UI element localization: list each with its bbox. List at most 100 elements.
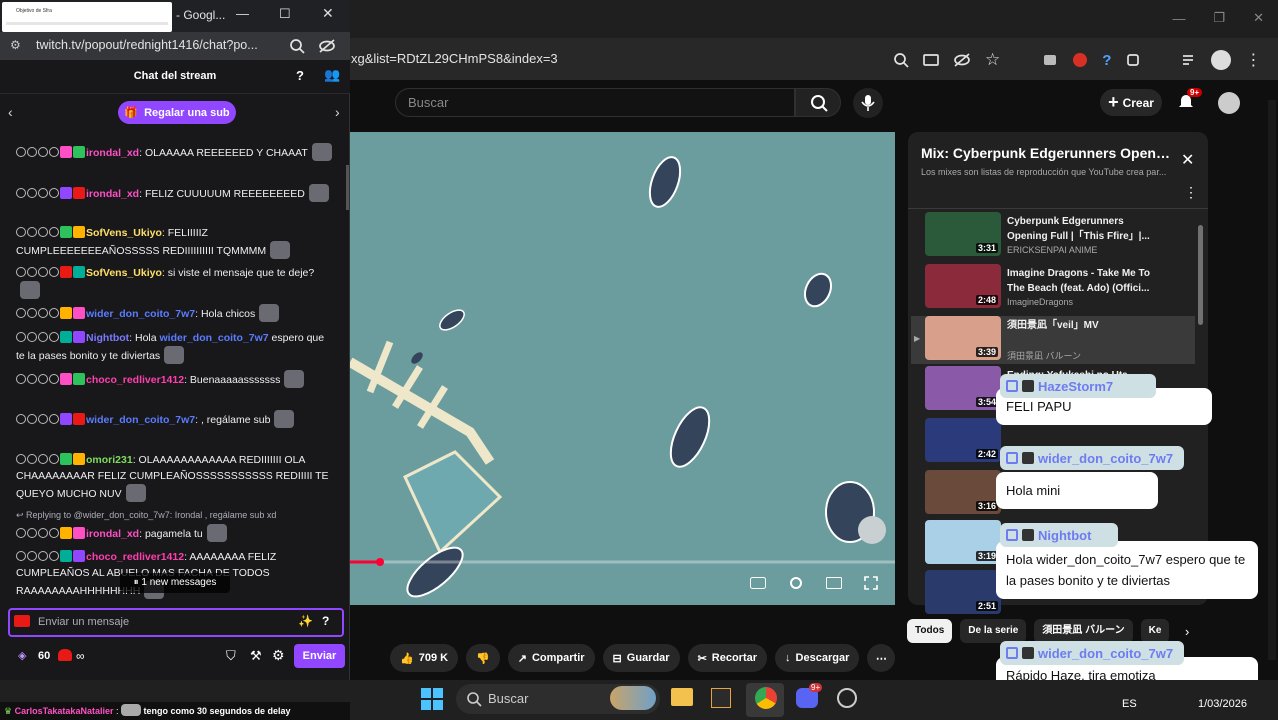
chat-username[interactable]: irondal_xd xyxy=(86,528,139,540)
clock-date[interactable]: 1/03/2026 xyxy=(1198,698,1247,710)
puzzle-icon[interactable] xyxy=(1125,52,1141,68)
video-player[interactable] xyxy=(350,132,895,605)
save-button[interactable]: ⊟ Guardar xyxy=(602,644,680,672)
timeout-icon[interactable] xyxy=(27,188,37,198)
chat-mention[interactable]: wider_don_coito_7w7 xyxy=(160,332,269,344)
warn-icon[interactable] xyxy=(38,414,48,424)
ban-icon[interactable] xyxy=(16,528,26,538)
chevron-left-icon[interactable]: ‹ xyxy=(8,104,13,120)
warn-icon[interactable] xyxy=(38,332,48,342)
chrome-menu-icon[interactable]: ⋮ xyxy=(1245,50,1261,70)
mod-shield-icon[interactable]: ⛉ xyxy=(226,648,236,664)
mod-tools-icon[interactable]: ⚒ xyxy=(250,648,262,664)
delete-icon[interactable] xyxy=(49,374,59,384)
chip-more[interactable]: Ke xyxy=(1140,619,1170,643)
warn-icon[interactable] xyxy=(38,528,48,538)
restore-icon[interactable]: ❐ xyxy=(1213,10,1225,26)
emote-picker-icon[interactable]: ✨ xyxy=(298,614,313,628)
delete-icon[interactable] xyxy=(49,414,59,424)
ban-icon[interactable] xyxy=(16,147,26,157)
translate-extension-icon[interactable]: ? xyxy=(1102,52,1111,69)
warn-icon[interactable] xyxy=(38,454,48,464)
cast-icon[interactable] xyxy=(923,52,939,68)
chat-username[interactable]: choco_redliver1412 xyxy=(86,551,184,563)
chip-series[interactable]: De la serie xyxy=(960,619,1027,643)
address-bar[interactable]: xg&list=RDtZL29CHmPS8&index=3 xyxy=(351,51,558,66)
ban-icon[interactable] xyxy=(16,308,26,318)
miniplayer-icon[interactable] xyxy=(826,577,842,589)
warn-icon[interactable] xyxy=(38,188,48,198)
chat-scrollbar[interactable] xyxy=(346,165,349,210)
chat-username[interactable]: wider_don_coito_7w7 xyxy=(86,414,195,426)
timeout-icon[interactable] xyxy=(27,374,37,384)
page-scrollbar[interactable] xyxy=(1268,100,1276,660)
chrome-icon[interactable] xyxy=(755,687,777,709)
playlist-item[interactable]: 2:48 Imagine Dragons - Take Me To The Bea… xyxy=(925,264,1195,312)
chat-username[interactable]: SofVens_Ukiyo xyxy=(86,227,162,239)
voice-search-button[interactable] xyxy=(853,88,883,118)
chat-input[interactable]: Enviar un mensaje xyxy=(8,608,344,637)
timeout-icon[interactable] xyxy=(27,332,37,342)
playlist-menu-icon[interactable]: ⋮ xyxy=(1184,184,1198,201)
extension-icon-2[interactable] xyxy=(1072,52,1088,68)
warn-icon[interactable] xyxy=(38,227,48,237)
ban-icon[interactable] xyxy=(16,188,26,198)
delete-icon[interactable] xyxy=(49,227,59,237)
ban-icon[interactable] xyxy=(16,227,26,237)
close-playlist-icon[interactable]: ✕ xyxy=(1181,150,1194,170)
file-explorer-icon[interactable] xyxy=(671,688,693,706)
warn-icon[interactable] xyxy=(38,267,48,277)
warn-icon[interactable] xyxy=(38,308,48,318)
settings-gear-icon[interactable] xyxy=(788,577,804,589)
chip-artist[interactable]: 須田景凪 バルーン xyxy=(1034,619,1133,643)
chips-next-icon[interactable]: › xyxy=(1185,624,1189,639)
translate-icon[interactable]: ? xyxy=(296,68,304,83)
eye-off-icon[interactable] xyxy=(318,38,336,54)
users-icon[interactable]: 👥 xyxy=(324,67,340,83)
extension-icon-1[interactable] xyxy=(1042,52,1058,68)
zoom-icon[interactable] xyxy=(289,38,305,54)
timeout-icon[interactable] xyxy=(27,414,37,424)
minimize-icon[interactable]: — xyxy=(1172,11,1185,26)
share-button[interactable]: ↗ Compartir xyxy=(507,644,595,672)
video-icon[interactable] xyxy=(14,615,30,627)
search-input[interactable]: Buscar xyxy=(395,88,795,117)
start-button[interactable] xyxy=(421,688,443,710)
subtitles-icon[interactable] xyxy=(750,577,766,589)
like-button[interactable]: 👍 709 K xyxy=(390,644,459,672)
maximize-icon[interactable]: ☐ xyxy=(279,6,291,22)
chat-username[interactable]: SofVens_Ukiyo xyxy=(86,267,162,279)
timeout-icon[interactable] xyxy=(27,454,37,464)
warn-icon[interactable] xyxy=(38,374,48,384)
more-actions-button[interactable]: ⋯ xyxy=(867,644,896,672)
delete-icon[interactable] xyxy=(49,528,59,538)
timeout-icon[interactable] xyxy=(27,147,37,157)
playlist-item[interactable]: 3:31 Cyberpunk Edgerunners Opening Full |… xyxy=(925,212,1195,260)
warn-icon[interactable] xyxy=(38,147,48,157)
obs-icon[interactable] xyxy=(837,688,857,708)
delete-icon[interactable] xyxy=(49,308,59,318)
chat-username[interactable]: choco_redliver1412 xyxy=(86,374,184,386)
ban-icon[interactable] xyxy=(16,414,26,424)
ban-icon[interactable] xyxy=(16,267,26,277)
fullscreen-icon[interactable] xyxy=(864,576,878,590)
ban-icon[interactable] xyxy=(16,332,26,342)
chat-username[interactable]: omori231 xyxy=(86,454,133,466)
playlist-scrollbar[interactable] xyxy=(1198,225,1203,325)
zoom-icon[interactable] xyxy=(893,52,909,68)
delete-icon[interactable] xyxy=(49,454,59,464)
minimize-icon[interactable]: — xyxy=(236,6,249,21)
send-button[interactable]: Enviar xyxy=(294,644,345,668)
gift-sub-button[interactable]: 🎁 Regalar una sub xyxy=(118,101,236,124)
delete-icon[interactable] xyxy=(49,188,59,198)
channel-points-icon[interactable]: ◈ xyxy=(18,649,26,662)
close-icon[interactable]: ✕ xyxy=(322,5,334,22)
clip-button[interactable]: ✂ Recortar xyxy=(687,644,768,672)
delete-icon[interactable] xyxy=(49,332,59,342)
timeout-icon[interactable] xyxy=(27,308,37,318)
chip-all[interactable]: Todos xyxy=(907,619,953,643)
download-button[interactable]: ↓ Descargar xyxy=(775,644,860,672)
timeout-icon[interactable] xyxy=(27,528,37,538)
close-icon[interactable]: ✕ xyxy=(1253,10,1264,26)
input-language[interactable]: ES xyxy=(1122,698,1137,710)
